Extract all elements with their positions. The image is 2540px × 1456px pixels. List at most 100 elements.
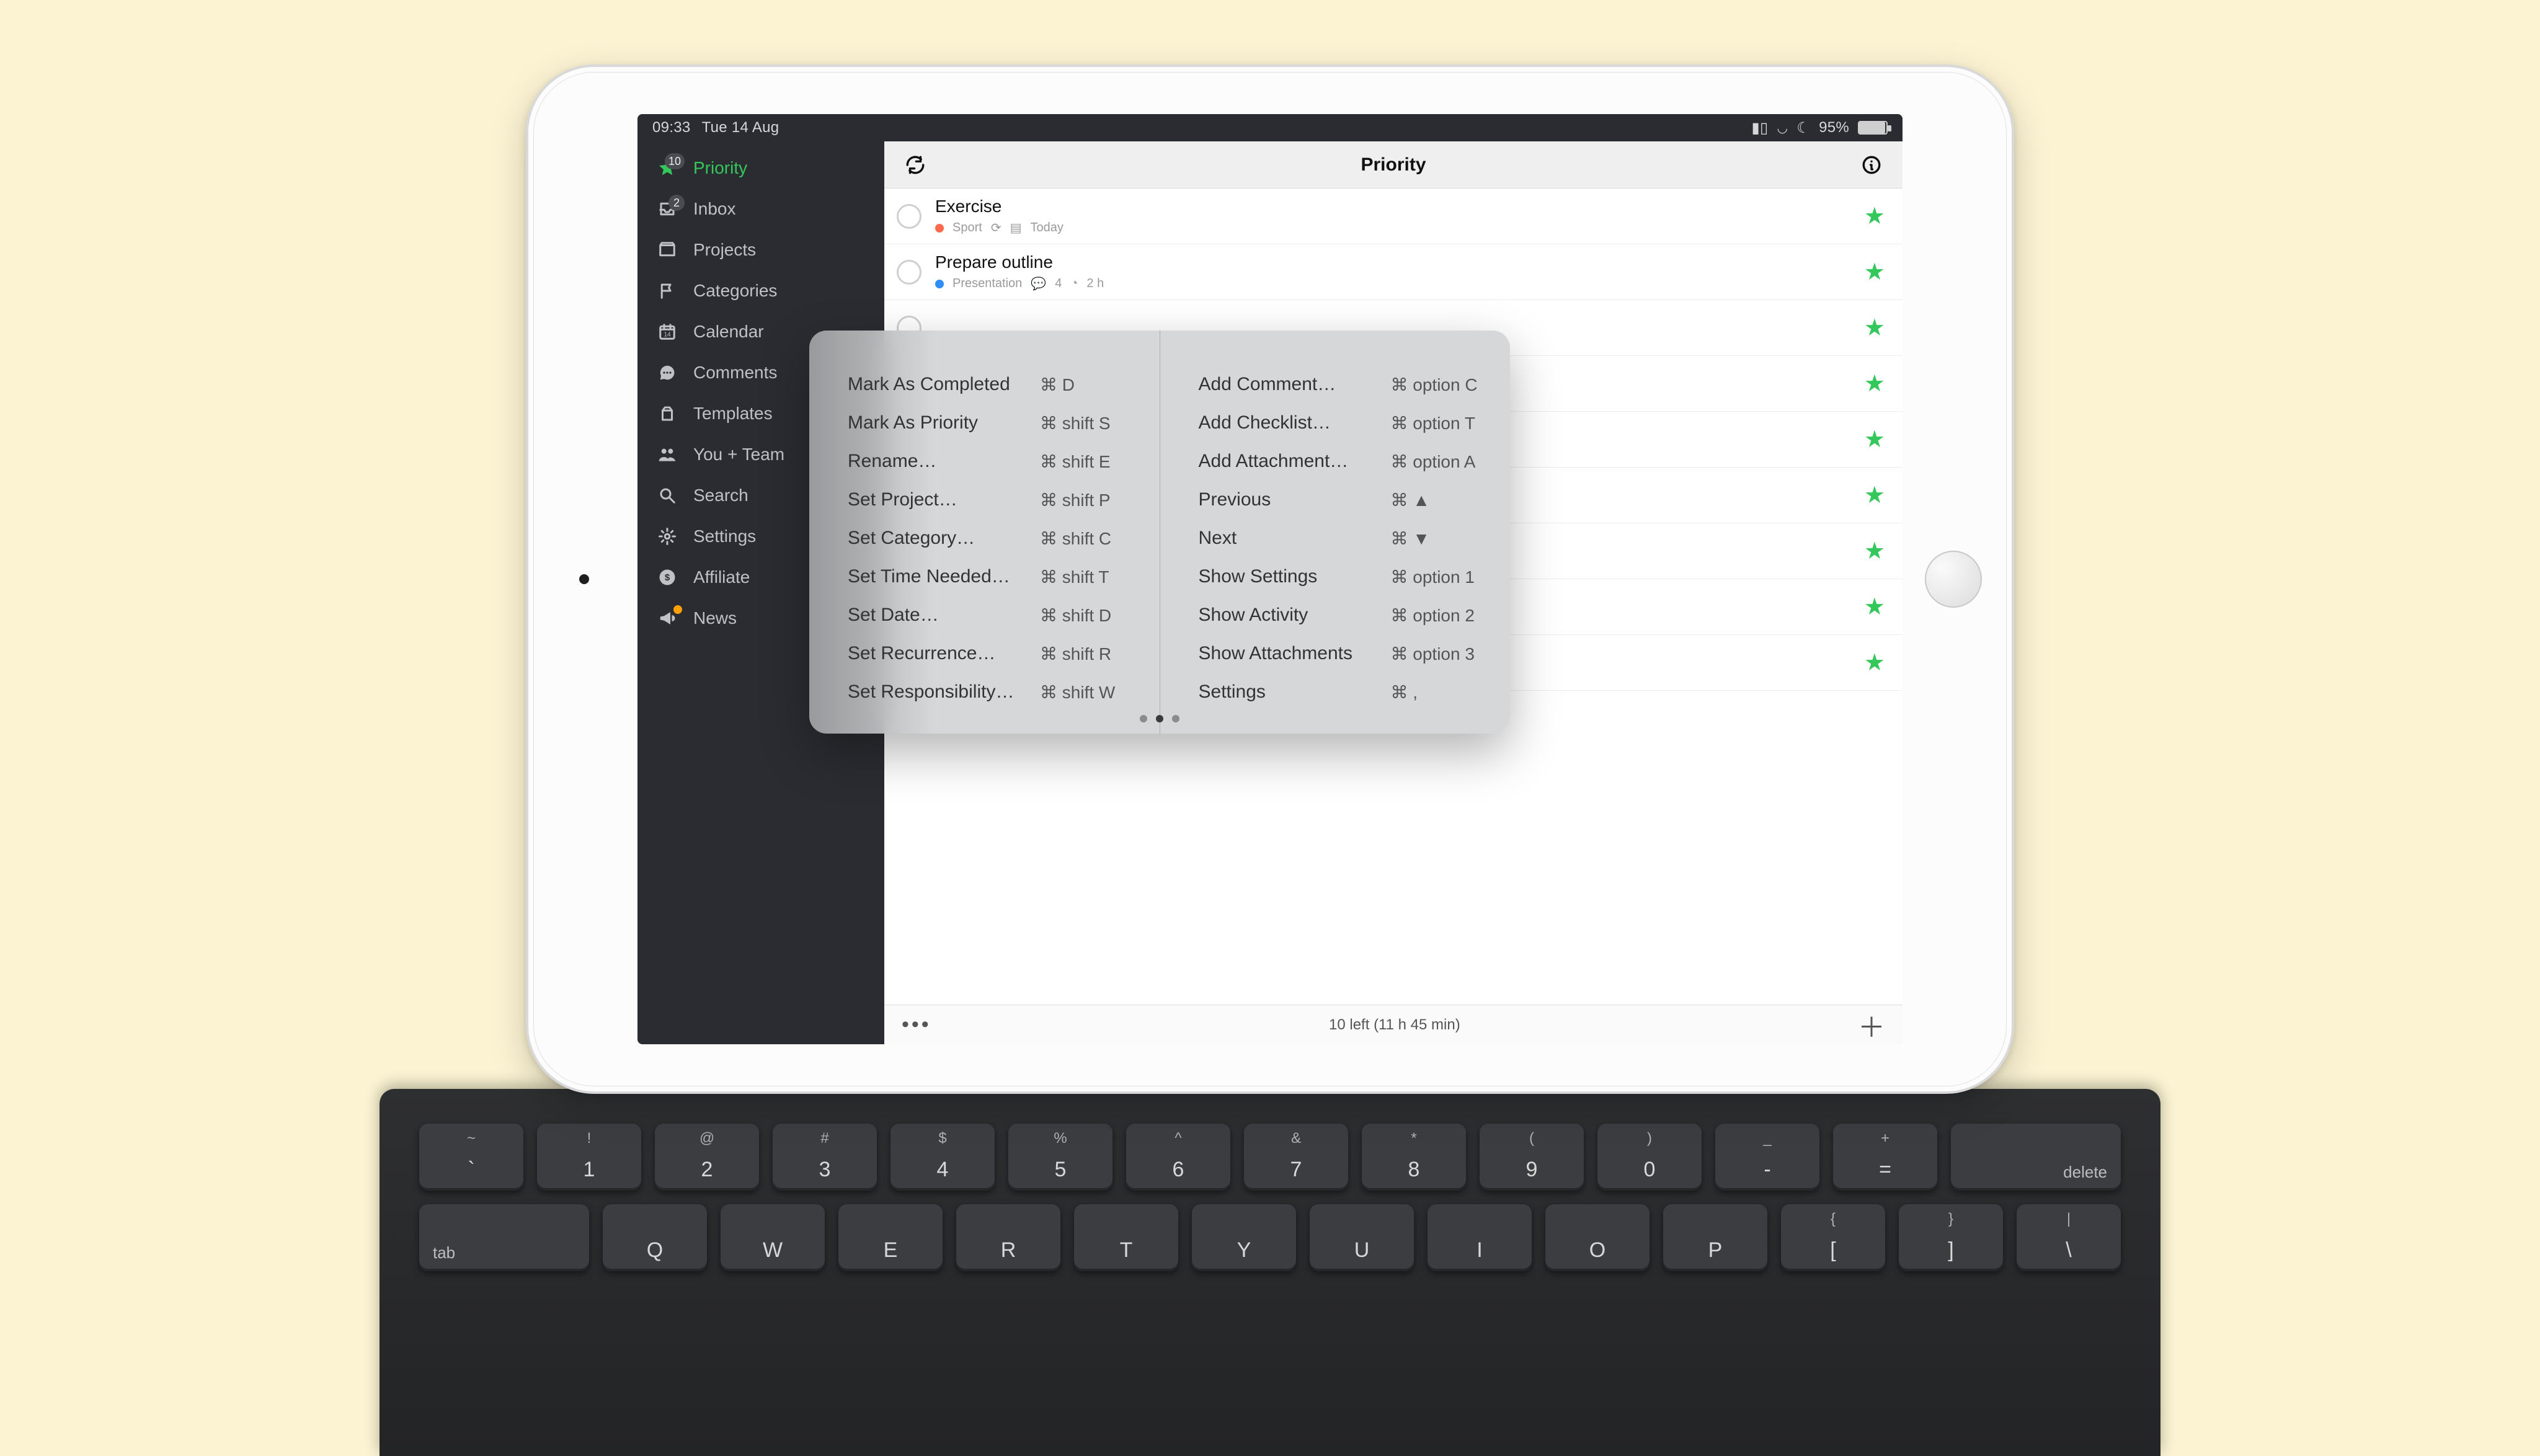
- task-row[interactable]: ★: [884, 356, 1903, 412]
- priority-star-icon[interactable]: ★: [1864, 481, 1885, 509]
- key-I[interactable]: I: [1428, 1204, 1532, 1271]
- task-row[interactable]: ★: [884, 579, 1903, 635]
- key-2[interactable]: @2: [655, 1124, 759, 1191]
- task-meta: Private tasks✆: [935, 657, 1850, 672]
- battery-pct: 95%: [1819, 119, 1849, 136]
- key-bracket-1[interactable]: }]: [1899, 1204, 2003, 1271]
- pager-dot[interactable]: [1156, 715, 1163, 722]
- key-4[interactable]: $4: [890, 1124, 995, 1191]
- task-checkbox[interactable]: [897, 427, 921, 452]
- sidebar-item-affiliate[interactable]: $Affiliate: [637, 557, 884, 598]
- priority-star-icon[interactable]: ★: [1864, 314, 1885, 342]
- task-row[interactable]: ★: [884, 523, 1903, 579]
- sidebar-item-label: Categories: [693, 281, 777, 301]
- sidebar-item-label: Affiliate: [693, 567, 750, 587]
- task-checkbox[interactable]: [897, 371, 921, 396]
- shortcut-label: Add Comment…: [1199, 374, 1391, 395]
- task-tag: Presentation: [952, 277, 1022, 291]
- sidebar-item-search[interactable]: Search: [637, 475, 884, 516]
- key-8[interactable]: *8: [1362, 1124, 1466, 1191]
- key-bracket-2[interactable]: |\: [2017, 1204, 2121, 1271]
- task-row[interactable]: Prepare outlinePresentation💬4◔2 h★: [884, 244, 1903, 300]
- pager-dot[interactable]: [1140, 715, 1147, 722]
- task-checkbox[interactable]: [897, 204, 921, 229]
- shortcut-keys: ⌘ shift P: [1040, 490, 1111, 510]
- key-=[interactable]: +=: [1833, 1124, 1937, 1191]
- sidebar-item-news[interactable]: News: [637, 598, 884, 639]
- task-checkbox[interactable]: [897, 595, 921, 619]
- key-1[interactable]: !1: [537, 1124, 641, 1191]
- priority-star-icon[interactable]: ★: [1864, 649, 1885, 677]
- key-tab[interactable]: tab: [419, 1204, 589, 1271]
- sidebar-item-settings[interactable]: Settings: [637, 516, 884, 557]
- sidebar-item-templates[interactable]: Templates: [637, 393, 884, 434]
- key-7[interactable]: &7: [1244, 1124, 1348, 1191]
- home-button[interactable]: [1925, 551, 1982, 608]
- battery-icon: [1858, 121, 1888, 135]
- task-row[interactable]: ★: [884, 412, 1903, 468]
- shortcut-label: Set Category…: [848, 528, 1040, 549]
- shortcut-label: Set Responsibility…: [848, 681, 1040, 703]
- main-panel: Priority ExerciseSport⟳▤Today★Prepare ou…: [884, 141, 1903, 1044]
- key-Y[interactable]: Y: [1192, 1204, 1296, 1271]
- task-row[interactable]: ★: [884, 300, 1903, 356]
- sidebar-item-priority[interactable]: 10Priority: [637, 148, 884, 189]
- task-checkbox[interactable]: [897, 539, 921, 564]
- sidebar-item-projects[interactable]: Projects: [637, 229, 884, 270]
- key-O[interactable]: O: [1545, 1204, 1650, 1271]
- priority-star-icon[interactable]: ★: [1864, 202, 1885, 230]
- sidebar-item-inbox[interactable]: 2Inbox: [637, 189, 884, 229]
- task-checkbox[interactable]: [897, 260, 921, 285]
- key-3[interactable]: #3: [773, 1124, 877, 1191]
- task-list[interactable]: ExerciseSport⟳▤Today★Prepare outlinePres…: [884, 189, 1903, 1005]
- key-bracket-0[interactable]: {[: [1781, 1204, 1885, 1271]
- task-row[interactable]: ★: [884, 468, 1903, 523]
- info-button[interactable]: [1858, 151, 1885, 179]
- footer-summary: 10 left (11 h 45 min): [931, 1016, 1858, 1034]
- key-9[interactable]: (9: [1480, 1124, 1584, 1191]
- repeat-icon: ⟳: [991, 220, 1001, 236]
- key-W[interactable]: W: [721, 1204, 825, 1271]
- priority-star-icon[interactable]: ★: [1864, 370, 1885, 397]
- shortcut-row: Show Attachments⌘ option 3: [1199, 634, 1488, 673]
- task-checkbox[interactable]: [897, 316, 921, 340]
- key--[interactable]: _-: [1715, 1124, 1819, 1191]
- add-task-button[interactable]: ＋: [1858, 1005, 1885, 1045]
- key-delete[interactable]: delete: [1951, 1124, 2121, 1191]
- priority-star-icon[interactable]: ★: [1864, 425, 1885, 453]
- key-T[interactable]: T: [1074, 1204, 1178, 1271]
- sidebar-item-comments[interactable]: Comments: [637, 352, 884, 393]
- key-U[interactable]: U: [1310, 1204, 1414, 1271]
- task-row[interactable]: Private tasks✆ ★: [884, 635, 1903, 691]
- key-R[interactable]: R: [956, 1204, 1060, 1271]
- sidebar-item-categories[interactable]: Categories: [637, 270, 884, 311]
- task-row[interactable]: ExerciseSport⟳▤Today★: [884, 189, 1903, 244]
- sync-button[interactable]: [902, 151, 929, 179]
- key-`[interactable]: ~`: [419, 1124, 523, 1191]
- priority-star-icon[interactable]: ★: [1864, 593, 1885, 621]
- priority-star-icon[interactable]: ★: [1864, 537, 1885, 565]
- key-P[interactable]: P: [1663, 1204, 1767, 1271]
- priority-star-icon[interactable]: ★: [1864, 258, 1885, 286]
- news-icon: [656, 609, 678, 628]
- key-0[interactable]: )0: [1597, 1124, 1702, 1191]
- app: 10Priority2InboxProjects Categories 14Cale…: [637, 141, 1903, 1044]
- pager-dot[interactable]: [1172, 715, 1179, 722]
- shortcut-keys: ⌘ shift R: [1040, 644, 1111, 664]
- task-comments: 4: [1055, 277, 1062, 291]
- key-5[interactable]: %5: [1008, 1124, 1112, 1191]
- hud-pager[interactable]: [809, 715, 1510, 722]
- task-checkbox[interactable]: [897, 650, 921, 675]
- task-checkbox[interactable]: [897, 483, 921, 508]
- key-Q[interactable]: Q: [603, 1204, 707, 1271]
- key-E[interactable]: E: [838, 1204, 943, 1271]
- shortcut-keys: ⌘ ,: [1391, 682, 1418, 703]
- shortcut-row: Add Checklist…⌘ option T: [1199, 404, 1488, 442]
- shortcut-row: Settings⌘ ,: [1199, 673, 1488, 711]
- shortcut-label: Show Activity: [1199, 605, 1391, 626]
- sidebar-item-calendar[interactable]: 14Calendar: [637, 311, 884, 352]
- sidebar-item-you-team[interactable]: You + Team: [637, 434, 884, 475]
- shortcut-keys: ⌘ option 2: [1391, 605, 1475, 626]
- more-button[interactable]: •••: [902, 1013, 931, 1037]
- key-6[interactable]: ^6: [1126, 1124, 1230, 1191]
